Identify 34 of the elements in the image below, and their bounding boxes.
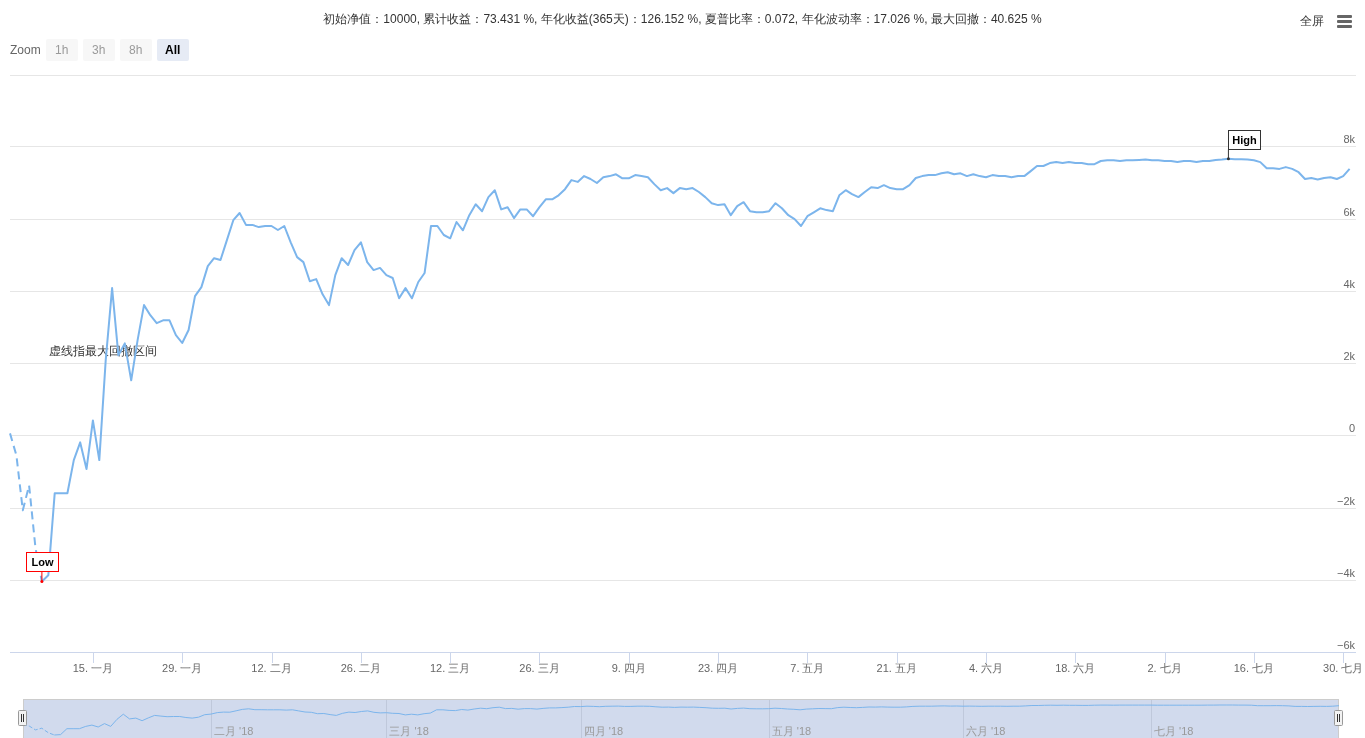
y-axis-label: 2k	[1343, 350, 1355, 362]
navigator-axis-label: 七月 '18	[1154, 725, 1194, 737]
x-axis-label: 18. 六月	[1055, 662, 1096, 674]
annotation: Low	[31, 556, 54, 568]
x-axis-label: 30. 七月	[1323, 662, 1364, 674]
x-axis-label: 16. 七月	[1233, 662, 1275, 674]
y-axis-label: 8k	[1343, 133, 1355, 145]
flag-label: Low	[26, 552, 59, 583]
x-axis-label: 7. 五月	[790, 662, 825, 674]
x-axis-label: 26. 三月	[519, 662, 560, 674]
y-axis-label: 4k	[1343, 278, 1355, 290]
navigator-axis-label: 四月 '18	[583, 725, 624, 737]
x-axis-label: 21. 五月	[876, 662, 917, 674]
y-axis-label: −4k	[1336, 567, 1355, 579]
navigator-axis-label: 二月 '18	[214, 725, 254, 737]
x-axis-label: 12. 二月	[251, 662, 292, 674]
flag-label: High	[1226, 130, 1261, 161]
x-axis-label: 4. 六月	[968, 662, 1004, 674]
x-axis-label: 26. 二月	[340, 662, 382, 674]
x-axis-label: 29. 一月	[162, 662, 203, 674]
x-axis-label: 9. 四月	[611, 662, 646, 674]
y-axis-label: 6k	[1343, 206, 1355, 218]
chart-title: 初始净值：10000, 累计收益：73.431 %, 年化收益(365天)：126.152 %, 夏普比率：0.072, 年化波动率：17.026 %, 最大回撤：40.625 %	[323, 11, 1042, 27]
navigator-axis-label: 六月 '18	[966, 725, 1006, 737]
y-axis-label: 0	[1348, 422, 1355, 434]
y-axis-label: −6k	[1336, 639, 1355, 651]
x-axis-label: 2. 七月	[1147, 662, 1182, 674]
x-axis-label: 15. 一月	[72, 662, 114, 674]
y-axis-label: −2k	[1336, 495, 1355, 507]
zoom-label: Zoom	[10, 42, 41, 58]
x-axis-label: 12. 三月	[430, 662, 471, 674]
x-axis-label: 23. 四月	[697, 662, 739, 674]
annotation: High	[1232, 134, 1257, 146]
navigator-axis-label: 五月 '18	[771, 725, 812, 737]
